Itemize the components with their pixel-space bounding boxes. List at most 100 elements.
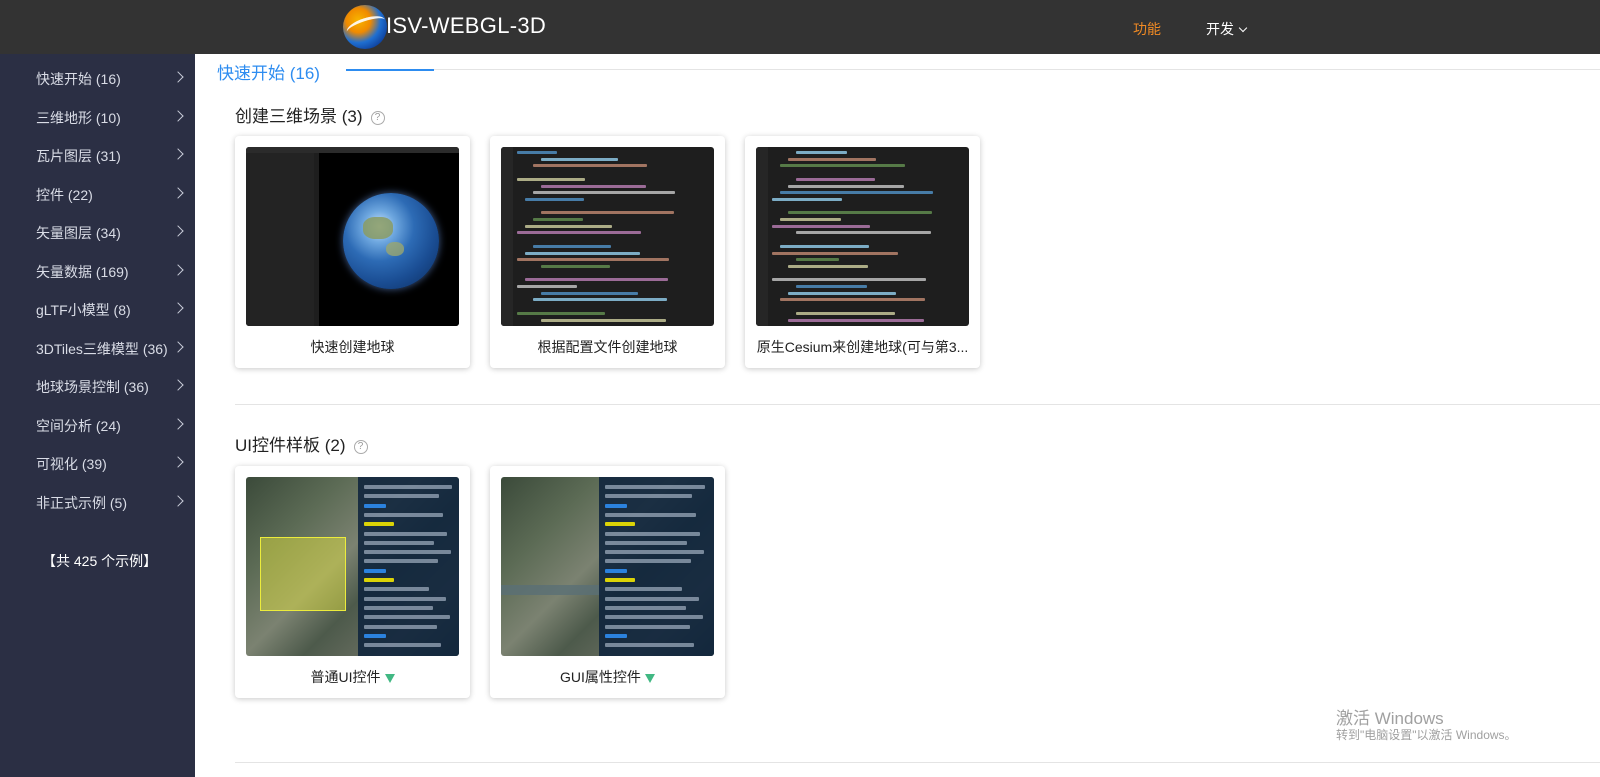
code-line	[788, 184, 904, 188]
ui-panel-row	[364, 605, 433, 610]
card-thumbnail-map	[501, 477, 714, 656]
ui-panel-row	[364, 512, 443, 517]
help-icon[interactable]: ?	[353, 440, 368, 454]
sidebar-item[interactable]: 可视化 (39)	[36, 454, 186, 474]
code-line	[525, 197, 584, 201]
code-line	[788, 157, 876, 161]
code-line	[517, 231, 641, 235]
section-title-underline	[346, 69, 434, 71]
ui-panel-row	[364, 540, 434, 545]
group-divider	[235, 762, 1600, 763]
code-line	[780, 298, 925, 302]
code-line	[533, 164, 647, 168]
code-line	[525, 224, 612, 228]
ui-panel-row	[605, 568, 627, 573]
sidebar-item-label: 3DTiles三维模型 (36)	[36, 340, 168, 357]
code-line	[796, 151, 847, 154]
sidebar-item-label: 可视化 (39)	[36, 456, 107, 472]
sidebar-item[interactable]: 控件 (22)	[36, 185, 186, 205]
code-line	[796, 311, 895, 315]
group-divider	[235, 404, 1600, 405]
code-line	[533, 191, 675, 195]
code-line	[541, 157, 618, 161]
chevron-right-icon	[172, 340, 184, 353]
code-line	[517, 151, 557, 154]
code-line	[788, 211, 932, 215]
sidebar-item[interactable]: 快速开始 (16)	[36, 69, 186, 89]
ui-panel-row	[605, 633, 627, 638]
card-title-label: GUI属性控件	[560, 669, 641, 685]
ui-panel-row	[605, 512, 696, 517]
section-title: 快速开始 (16)	[217, 64, 320, 83]
ui-panel-row	[605, 596, 699, 601]
code-line	[525, 278, 668, 282]
code-line	[780, 164, 905, 168]
help-icon[interactable]: ?	[370, 111, 385, 125]
ui-panel-row	[364, 485, 452, 489]
group-title-label: 创建三维场景 (3)	[235, 107, 363, 126]
sidebar-item-label: 矢量数据 (169)	[36, 263, 129, 280]
sidebar-item[interactable]: 地球场景控制 (36)	[36, 377, 186, 397]
code-line	[517, 258, 669, 262]
example-card[interactable]: 快速创建地球	[235, 136, 470, 368]
code-line	[788, 318, 924, 322]
ui-panel-row	[364, 643, 441, 648]
nav-item-develop-label: 开发	[1206, 21, 1234, 37]
section-divider	[434, 69, 1600, 70]
group-title-create-scene: 创建三维场景 (3)?	[235, 102, 385, 127]
ui-panel-row	[364, 494, 439, 499]
ui-panel-row	[605, 587, 682, 592]
ui-panel-row	[364, 568, 386, 573]
code-line	[533, 244, 611, 248]
example-card[interactable]: 根据配置文件创建地球	[490, 136, 725, 368]
chevron-right-icon	[172, 148, 184, 160]
ui-panel-row	[605, 615, 703, 620]
code-line	[533, 218, 583, 221]
code-line	[796, 258, 839, 262]
sidebar-item[interactable]: gLTF小模型 (8)	[36, 300, 186, 320]
sidebar-item-label: 快速开始 (16)	[36, 71, 121, 87]
chevron-right-icon	[172, 417, 184, 430]
earth-globe-image	[343, 193, 439, 289]
card-thumbnail-code	[501, 147, 714, 326]
sidebar-item[interactable]: 空间分析 (24)	[36, 416, 186, 436]
sidebar-item[interactable]: 矢量数据 (169)	[36, 262, 186, 282]
card-title: 原生Cesium来创建地球(可与第3...	[756, 339, 969, 355]
ui-panel-row	[605, 494, 692, 499]
vue-icon	[644, 674, 655, 683]
ui-panel-row	[364, 550, 451, 555]
card-title: 快速创建地球	[310, 339, 395, 355]
ui-panel-row	[605, 485, 705, 489]
nav-item-features[interactable]: 功能	[1133, 19, 1161, 39]
ui-panel-row	[605, 559, 691, 564]
code-line	[541, 184, 646, 188]
code-line	[541, 264, 610, 268]
example-card[interactable]: GUI属性控件	[490, 466, 725, 698]
ui-panel-row	[364, 615, 450, 620]
card-title: 根据配置文件创建地球	[537, 339, 678, 355]
sidebar-item[interactable]: 3DTiles三维模型 (36)	[36, 339, 186, 359]
sidebar-item-label: 三维地形 (10)	[36, 109, 121, 126]
sidebar-item[interactable]: 三维地形 (10)	[36, 108, 186, 128]
sidebar-item[interactable]: 瓦片图层 (31)	[36, 146, 186, 166]
code-line	[796, 285, 867, 288]
ui-panel-row	[605, 522, 635, 527]
nav-item-develop[interactable]: 开发	[1206, 19, 1248, 39]
sidebar-item[interactable]: 非正式示例 (5)	[36, 493, 186, 513]
ui-panel-row	[605, 605, 686, 610]
example-card[interactable]: 普通UI控件	[235, 466, 470, 698]
ui-panel-row	[364, 503, 386, 508]
sidebar-item-label: gLTF小模型 (8)	[36, 302, 131, 318]
sidebar-item-label: 空间分析 (24)	[36, 417, 121, 434]
ui-panel-row	[364, 531, 447, 536]
card-thumbnail-map	[246, 477, 459, 656]
ui-panel-row	[605, 531, 700, 536]
windows-activation-hint: 转到"电脑设置"以激活 Windows。	[1336, 728, 1517, 742]
group-title-ui-controls: UI控件样板 (2)?	[235, 431, 368, 456]
example-card[interactable]: 原生Cesium来创建地球(可与第3...	[745, 136, 980, 368]
code-line	[541, 211, 674, 215]
card-title: GUI属性控件	[496, 667, 719, 687]
ui-panel-row	[364, 559, 438, 564]
sidebar-item[interactable]: 矢量图层 (34)	[36, 223, 186, 243]
chevron-down-icon	[1238, 23, 1248, 33]
